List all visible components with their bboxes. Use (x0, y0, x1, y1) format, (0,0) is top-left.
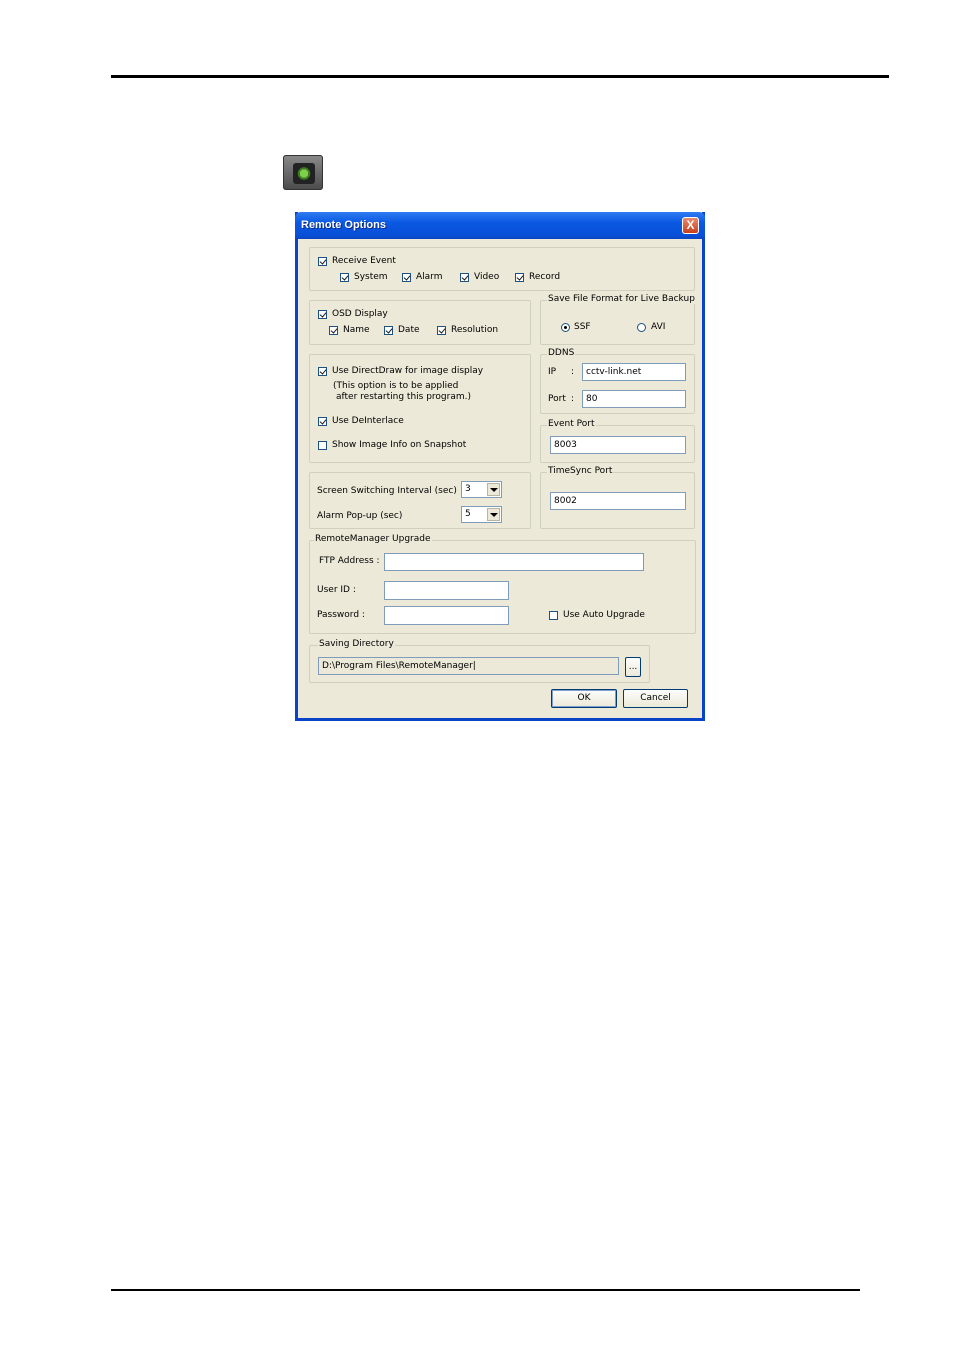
ftp-address-label: FTP Address : (319, 556, 380, 566)
title-bar[interactable]: Remote Options X (295, 212, 705, 239)
switching-interval-value: 3 (465, 484, 471, 494)
display-options-group: Use DirectDraw for image display (This o… (309, 354, 531, 463)
cancel-button[interactable]: Cancel (623, 689, 688, 708)
save-format-legend: Save File Format for Live Backup (547, 294, 696, 304)
osd-display-group: OSD Display Name Date Resolution (309, 300, 531, 345)
user-id-label: User ID : (317, 585, 356, 595)
system-checkbox[interactable] (340, 273, 349, 282)
alarm-popup-select[interactable]: 5 (461, 506, 502, 523)
video-checkbox[interactable] (460, 273, 469, 282)
osd-display-checkbox[interactable] (318, 310, 327, 319)
system-label: System (354, 272, 388, 282)
alarm-popup-value: 5 (465, 509, 471, 519)
receive-event-checkbox[interactable] (318, 257, 327, 266)
ssf-label: SSF (574, 322, 591, 332)
ddns-legend: DDNS (547, 348, 576, 358)
ip-label: IP (548, 367, 557, 377)
browse-button[interactable]: ... (625, 657, 641, 677)
resolution-checkbox[interactable] (437, 326, 446, 335)
remote-options-dialog: Remote Options X Receive Event System Al… (295, 212, 705, 721)
port-input[interactable]: 80 (582, 390, 686, 408)
event-port-legend: Event Port (547, 419, 596, 429)
saving-directory-path[interactable]: D:\Program Files\RemoteManager| (318, 657, 619, 675)
ip-colon: : (571, 367, 575, 377)
directdraw-checkbox[interactable] (318, 367, 327, 376)
osd-display-label: OSD Display (332, 309, 388, 319)
chevron-down-icon[interactable] (487, 483, 500, 496)
video-label: Video (474, 272, 500, 282)
event-port-group: Event Port 8003 (540, 419, 695, 463)
header-rule (111, 75, 889, 78)
ssf-radio[interactable] (561, 323, 570, 332)
avi-label: AVI (651, 322, 666, 332)
password-input[interactable] (384, 606, 509, 625)
auto-upgrade-label: Use Auto Upgrade (563, 610, 645, 620)
event-port-input[interactable]: 8003 (550, 436, 686, 454)
snapshot-info-checkbox[interactable] (318, 441, 327, 450)
snapshot-info-label: Show Image Info on Snapshot (332, 440, 467, 450)
saving-directory-group: Saving Directory D:\Program Files\Remote… (309, 639, 650, 683)
timesync-port-legend: TimeSync Port (547, 466, 614, 476)
ftp-address-input[interactable] (384, 553, 644, 571)
name-checkbox[interactable] (329, 326, 338, 335)
receive-event-label: Receive Event (332, 256, 396, 266)
ip-input[interactable]: cctv-link.net (582, 363, 686, 381)
save-format-group: Save File Format for Live Backup SSF AVI (540, 294, 696, 345)
upgrade-group: RemoteManager Upgrade FTP Address : User… (309, 534, 696, 634)
record-checkbox[interactable] (515, 273, 524, 282)
chevron-down-icon[interactable] (487, 508, 500, 521)
footer-rule (111, 1289, 860, 1291)
ok-button[interactable]: OK (551, 689, 617, 708)
camera-settings-icon[interactable] (283, 155, 323, 190)
auto-upgrade-checkbox[interactable] (549, 611, 558, 620)
password-label: Password : (317, 610, 365, 620)
receive-event-group: Receive Event System Alarm Video Record (309, 247, 695, 291)
alarm-checkbox[interactable] (402, 273, 411, 282)
upgrade-legend: RemoteManager Upgrade (314, 534, 432, 544)
timing-group: Screen Switching Interval (sec) 3 Alarm … (309, 472, 531, 529)
record-label: Record (529, 272, 561, 282)
port-label: Port (548, 394, 566, 404)
timesync-port-input[interactable]: 8002 (550, 492, 686, 510)
name-label: Name (343, 325, 370, 335)
ddns-group: DDNS IP : cctv-link.net Port : 80 (540, 348, 695, 414)
date-label: Date (398, 325, 420, 335)
switching-interval-label: Screen Switching Interval (sec) (317, 486, 457, 496)
alarm-label: Alarm (416, 272, 443, 282)
deinterlace-label: Use DeInterlace (332, 416, 404, 426)
directdraw-note-line2: after restarting this program.) (336, 392, 472, 402)
user-id-input[interactable] (384, 581, 509, 600)
resolution-label: Resolution (451, 325, 499, 335)
port-colon: : (571, 394, 575, 404)
dialog-title: Remote Options (301, 219, 386, 231)
deinterlace-checkbox[interactable] (318, 417, 327, 426)
alarm-popup-label: Alarm Pop-up (sec) (317, 511, 403, 521)
saving-directory-legend: Saving Directory (318, 639, 395, 649)
switching-interval-select[interactable]: 3 (461, 481, 502, 498)
avi-radio[interactable] (637, 323, 646, 332)
date-checkbox[interactable] (384, 326, 393, 335)
directdraw-label: Use DirectDraw for image display (332, 366, 484, 376)
directdraw-note-line1: (This option is to be applied (333, 381, 459, 391)
close-button[interactable]: X (682, 217, 699, 234)
timesync-port-group: TimeSync Port 8002 (540, 466, 695, 529)
